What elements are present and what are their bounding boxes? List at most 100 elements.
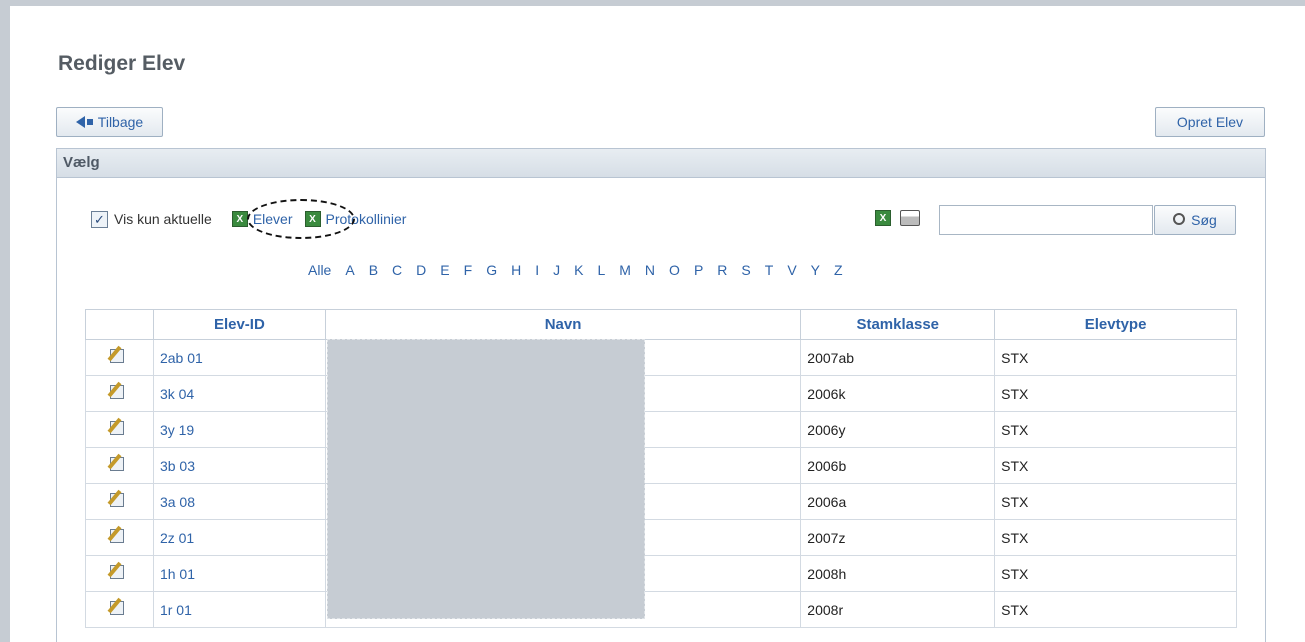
- class-cell: 2007ab: [800, 339, 996, 376]
- student-type-cell: STX: [994, 375, 1237, 412]
- edit-icon[interactable]: [108, 597, 129, 617]
- class-cell: 2006b: [800, 447, 996, 484]
- student-id-link[interactable]: 1r 01: [152, 591, 326, 628]
- page-title: Rediger Elev: [58, 52, 186, 75]
- back-button-label: Tilbage: [97, 114, 144, 130]
- letter-filter-y[interactable]: Y: [811, 262, 820, 278]
- alphabet-filter: Alle A B C D E F G H I J K L M N O P R S T V Y Z: [308, 262, 857, 278]
- edit-cell[interactable]: [85, 555, 154, 592]
- class-cell: 2008h: [800, 555, 996, 592]
- table-row: 2z 01 2007z STX: [85, 519, 1237, 556]
- letter-filter-g[interactable]: G: [486, 262, 497, 278]
- letter-filter-n[interactable]: N: [645, 262, 655, 278]
- letter-filter-h[interactable]: H: [511, 262, 521, 278]
- table-row: 1h 01 2008h STX: [85, 555, 1237, 592]
- edit-cell[interactable]: [85, 447, 154, 484]
- edit-column-header: [85, 309, 154, 340]
- export-protocol-lines-link[interactable]: Protokollinier: [326, 211, 407, 227]
- student-id-link[interactable]: 3k 04: [152, 375, 326, 412]
- table-row: 3y 19 2006y STX: [85, 411, 1237, 448]
- filter-toolbar: ✓ Vis kun aktuelle X Elever X Protokolli…: [91, 207, 406, 231]
- edit-cell[interactable]: [85, 339, 154, 376]
- class-cell: 2008r: [800, 591, 996, 628]
- panel-header: Vælg: [57, 149, 1265, 178]
- table-row: 3k 04 2006k STX: [85, 375, 1237, 412]
- table-row: 3a 08 2006a STX: [85, 483, 1237, 520]
- student-type-cell: STX: [994, 411, 1237, 448]
- student-type-cell: STX: [994, 339, 1237, 376]
- table-row: 1r 01 2008r STX: [85, 591, 1237, 628]
- back-button[interactable]: Tilbage: [56, 107, 163, 137]
- edit-icon[interactable]: [108, 417, 129, 437]
- export-icons: X: [875, 210, 920, 226]
- current-only-label: Vis kun aktuelle: [114, 211, 212, 227]
- letter-filter-a[interactable]: A: [345, 262, 354, 278]
- edit-icon[interactable]: [108, 381, 129, 401]
- letter-filter-f[interactable]: F: [464, 262, 473, 278]
- letter-filter-z[interactable]: Z: [834, 262, 843, 278]
- letter-filter-p[interactable]: P: [694, 262, 703, 278]
- letter-filter-alle[interactable]: Alle: [308, 262, 331, 278]
- edit-cell[interactable]: [85, 411, 154, 448]
- search-button-label: Søg: [1191, 212, 1217, 228]
- student-type-cell: STX: [994, 483, 1237, 520]
- excel-export-icon[interactable]: X: [875, 210, 891, 226]
- back-arrow-icon: [75, 116, 85, 128]
- edit-cell[interactable]: [85, 483, 154, 520]
- student-type-cell: STX: [994, 591, 1237, 628]
- student-id-link[interactable]: 2ab 01: [152, 339, 326, 376]
- letter-filter-m[interactable]: M: [619, 262, 631, 278]
- column-header-name[interactable]: Navn: [324, 309, 802, 340]
- students-table: Elev-ID Navn Stamklasse Elevtype 2ab 01 2…: [85, 309, 1237, 628]
- redacted-names: [327, 339, 645, 619]
- letter-filter-k[interactable]: K: [574, 262, 583, 278]
- table-row: 3b 03 2006b STX: [85, 447, 1237, 484]
- excel-icon: X: [304, 211, 321, 227]
- column-header-type[interactable]: Elevtype: [994, 309, 1237, 340]
- export-students-link[interactable]: Elever: [253, 211, 293, 227]
- edit-icon[interactable]: [108, 561, 129, 581]
- letter-filter-v[interactable]: V: [787, 262, 796, 278]
- print-icon[interactable]: [900, 210, 920, 226]
- letter-filter-b[interactable]: B: [369, 262, 378, 278]
- select-panel: Vælg ✓ Vis kun aktuelle X Elever X Proto…: [56, 148, 1266, 642]
- class-cell: 2007z: [800, 519, 996, 556]
- column-header-id[interactable]: Elev-ID: [152, 309, 326, 340]
- letter-filter-c[interactable]: C: [392, 262, 402, 278]
- letter-filter-o[interactable]: O: [669, 262, 680, 278]
- letter-filter-s[interactable]: S: [741, 262, 750, 278]
- edit-icon[interactable]: [108, 453, 129, 473]
- table-row: 2ab 01 2007ab STX: [85, 339, 1237, 376]
- edit-icon[interactable]: [108, 345, 129, 365]
- magnifier-icon: [1173, 213, 1186, 225]
- letter-filter-r[interactable]: R: [717, 262, 727, 278]
- student-id-link[interactable]: 1h 01: [152, 555, 326, 592]
- column-header-class[interactable]: Stamklasse: [800, 309, 996, 340]
- search-input[interactable]: [939, 205, 1153, 235]
- letter-filter-t[interactable]: T: [765, 262, 774, 278]
- letter-filter-l[interactable]: L: [597, 262, 605, 278]
- letter-filter-j[interactable]: J: [553, 262, 560, 278]
- student-type-cell: STX: [994, 519, 1237, 556]
- edit-cell[interactable]: [85, 375, 154, 412]
- letter-filter-i[interactable]: I: [535, 262, 539, 278]
- class-cell: 2006k: [800, 375, 996, 412]
- student-id-link[interactable]: 2z 01: [152, 519, 326, 556]
- search-button[interactable]: Søg: [1154, 205, 1236, 235]
- edit-icon[interactable]: [108, 525, 129, 545]
- table-header-row: Elev-ID Navn Stamklasse Elevtype: [85, 309, 1237, 340]
- student-id-link[interactable]: 3a 08: [152, 483, 326, 520]
- page: Rediger Elev Tilbage Opret Elev Vælg ✓ V…: [10, 6, 1305, 642]
- create-student-button[interactable]: Opret Elev: [1155, 107, 1265, 137]
- edit-icon[interactable]: [108, 489, 129, 509]
- edit-cell[interactable]: [85, 591, 154, 628]
- excel-icon: X: [231, 211, 248, 227]
- letter-filter-d[interactable]: D: [416, 262, 426, 278]
- letter-filter-e[interactable]: E: [440, 262, 449, 278]
- class-cell: 2006y: [800, 411, 996, 448]
- current-only-checkbox[interactable]: ✓: [91, 210, 108, 228]
- edit-cell[interactable]: [85, 519, 154, 556]
- student-id-link[interactable]: 3b 03: [152, 447, 326, 484]
- student-id-link[interactable]: 3y 19: [152, 411, 326, 448]
- student-type-cell: STX: [994, 447, 1237, 484]
